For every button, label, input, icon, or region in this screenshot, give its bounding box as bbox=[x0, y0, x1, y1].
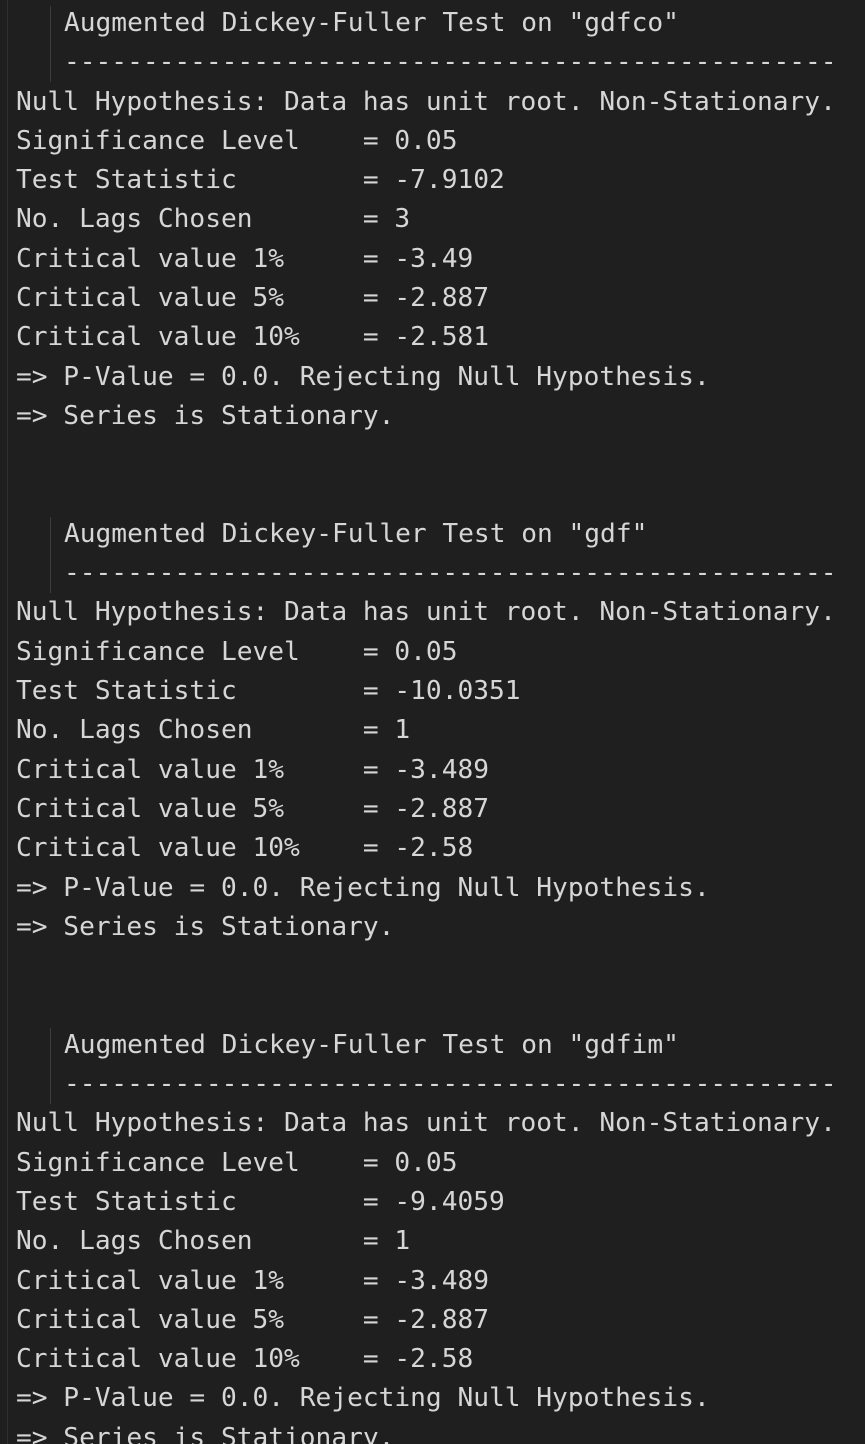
conclusion-series: => Series is Stationary. bbox=[16, 911, 395, 942]
adf-test-block: Augmented Dickey-Fuller Test on "gdfco" … bbox=[0, 4, 865, 436]
adf-test-title: Augmented Dickey-Fuller Test on "gdfco" bbox=[64, 8, 679, 38]
stat-row-lags-chosen: No. Lags Chosen = 3 bbox=[16, 204, 411, 235]
adf-test-block: Augmented Dickey-Fuller Test on "gdfim" … bbox=[0, 1026, 865, 1444]
stat-row-critical-value-1pct: Critical value 1% = -3.49 bbox=[16, 243, 474, 274]
adf-test-title: Augmented Dickey-Fuller Test on "gdf" bbox=[64, 518, 648, 549]
stat-row-test-statistic: Test Statistic = -10.0351 bbox=[16, 676, 521, 707]
stat-row-critical-value-10pct: Critical value 10% = -2.581 bbox=[16, 322, 489, 353]
stat-row-significance-level: Significance Level = 0.05 bbox=[16, 636, 458, 667]
conclusion-pvalue: => P-Value = 0.0. Rejecting Null Hypothe… bbox=[16, 1383, 710, 1414]
stat-row-significance-level: Significance Level = 0.05 bbox=[16, 1147, 458, 1178]
stat-row-lags-chosen: No. Lags Chosen = 1 bbox=[16, 715, 411, 746]
null-hypothesis-text: Null Hypothesis: Data has unit root. Non… bbox=[16, 1108, 836, 1139]
title-separator: ----------------------------------------… bbox=[64, 1069, 837, 1100]
stat-row-critical-value-10pct: Critical value 10% = -2.58 bbox=[16, 1344, 474, 1375]
conclusion-series: => Series is Stationary. bbox=[16, 400, 395, 431]
terminal-output-console: Augmented Dickey-Fuller Test on "gdfco" … bbox=[0, 0, 865, 1444]
stat-row-critical-value-5pct: Critical value 5% = -2.887 bbox=[16, 1304, 489, 1335]
indent-guide bbox=[50, 6, 51, 82]
null-hypothesis-text: Null Hypothesis: Data has unit root. Non… bbox=[16, 597, 836, 628]
stat-row-critical-value-1pct: Critical value 1% = -3.489 bbox=[16, 1265, 489, 1296]
conclusion-pvalue: => P-Value = 0.0. Rejecting Null Hypothe… bbox=[16, 872, 710, 903]
title-separator: ----------------------------------------… bbox=[64, 47, 837, 78]
stat-row-critical-value-5pct: Critical value 5% = -2.887 bbox=[16, 793, 489, 824]
indent-guide bbox=[50, 1027, 51, 1104]
indent-guide bbox=[50, 516, 51, 593]
stat-row-test-statistic: Test Statistic = -9.4059 bbox=[16, 1186, 505, 1217]
stat-row-critical-value-10pct: Critical value 10% = -2.58 bbox=[16, 833, 474, 864]
adf-test-title: Augmented Dickey-Fuller Test on "gdfim" bbox=[64, 1029, 679, 1060]
stat-row-critical-value-5pct: Critical value 5% = -2.887 bbox=[16, 283, 489, 314]
adf-test-block: Augmented Dickey-Fuller Test on "gdf" --… bbox=[0, 515, 865, 947]
stat-row-lags-chosen: No. Lags Chosen = 1 bbox=[16, 1226, 411, 1257]
null-hypothesis-text: Null Hypothesis: Data has unit root. Non… bbox=[16, 86, 836, 117]
stat-row-test-statistic: Test Statistic = -7.9102 bbox=[16, 165, 505, 196]
conclusion-pvalue: => P-Value = 0.0. Rejecting Null Hypothe… bbox=[16, 361, 710, 392]
stat-row-significance-level: Significance Level = 0.05 bbox=[16, 125, 458, 156]
stat-row-critical-value-1pct: Critical value 1% = -3.489 bbox=[16, 754, 489, 785]
conclusion-series: => Series is Stationary. bbox=[16, 1422, 395, 1444]
title-separator: ----------------------------------------… bbox=[64, 558, 837, 589]
